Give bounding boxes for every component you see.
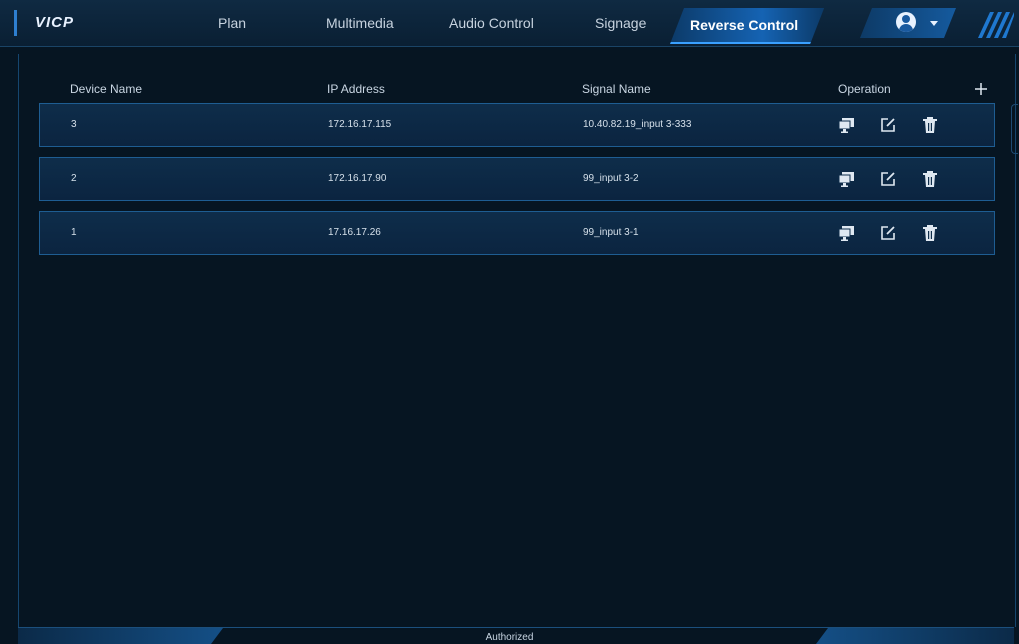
edit-icon[interactable] bbox=[879, 170, 897, 188]
bottom-divider bbox=[18, 627, 1014, 628]
cell-ip-address: 172.16.17.90 bbox=[328, 173, 387, 184]
cell-device-name: 3 bbox=[71, 119, 77, 130]
top-bar: VICP Plan Multimedia Audio Control Signa… bbox=[0, 0, 1019, 47]
cell-signal-name: 10.40.82.19_input 3-333 bbox=[583, 119, 692, 130]
table-row[interactable]: 1 17.16.17.26 99_input 3-1 bbox=[39, 211, 995, 255]
chevron-down-icon[interactable] bbox=[930, 21, 938, 26]
cell-signal-name: 99_input 3-1 bbox=[583, 227, 639, 238]
decorative-stripes-icon bbox=[978, 12, 1014, 38]
trash-icon[interactable] bbox=[921, 116, 939, 134]
column-device-name: Device Name bbox=[70, 82, 143, 96]
avatar-icon[interactable] bbox=[896, 12, 916, 32]
remote-screen-icon[interactable] bbox=[838, 224, 856, 242]
nav-item-signage[interactable]: Signage bbox=[595, 15, 646, 31]
cell-ip-address: 172.16.17.115 bbox=[328, 119, 392, 130]
table-row[interactable]: 3 172.16.17.115 10.40.82.19_input 3-333 bbox=[39, 103, 995, 147]
status-text: Authorized bbox=[485, 632, 534, 643]
nav-item-audio-control[interactable]: Audio Control bbox=[449, 15, 534, 31]
cell-device-name: 2 bbox=[71, 173, 77, 184]
brand-accent bbox=[14, 10, 17, 36]
table-row[interactable]: 2 172.16.17.90 99_input 3-2 bbox=[39, 157, 995, 201]
brand-logo: VICP bbox=[35, 14, 75, 31]
nav-item-plan[interactable]: Plan bbox=[218, 15, 246, 31]
trash-icon[interactable] bbox=[921, 170, 939, 188]
cell-ip-address: 17.16.17.26 bbox=[328, 227, 381, 238]
user-menu[interactable] bbox=[860, 8, 956, 38]
remote-screen-icon[interactable] bbox=[838, 116, 856, 134]
add-button[interactable] bbox=[972, 80, 990, 98]
nav-item-multimedia[interactable]: Multimedia bbox=[326, 15, 394, 31]
edit-icon[interactable] bbox=[879, 224, 897, 242]
cell-signal-name: 99_input 3-2 bbox=[583, 173, 639, 184]
plus-icon[interactable] bbox=[972, 80, 990, 98]
column-ip-address: IP Address bbox=[327, 82, 385, 96]
column-signal-name: Signal Name bbox=[582, 82, 651, 96]
trash-icon[interactable] bbox=[921, 224, 939, 242]
column-operation: Operation bbox=[838, 82, 891, 96]
cell-device-name: 1 bbox=[71, 227, 77, 238]
side-panel-handle[interactable] bbox=[1011, 104, 1018, 154]
remote-screen-icon[interactable] bbox=[838, 170, 856, 188]
nav-item-reverse-control[interactable]: Reverse Control bbox=[670, 8, 824, 44]
edit-icon[interactable] bbox=[879, 116, 897, 134]
